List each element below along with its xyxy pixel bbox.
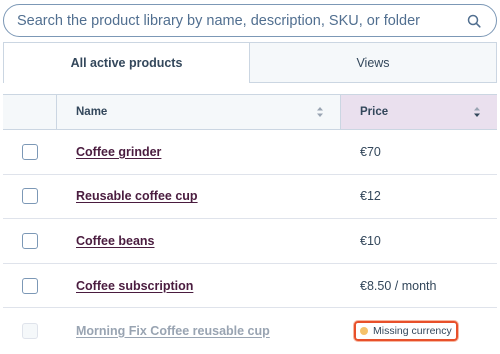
tab-all-active-products[interactable]: All active products (3, 42, 250, 83)
sort-icon[interactable] (316, 106, 324, 118)
missing-currency-badge[interactable]: Missing currency (360, 324, 452, 337)
row-checkbox[interactable] (21, 143, 38, 160)
product-link[interactable]: Coffee grinder (76, 145, 161, 159)
table-header: Name Price (3, 94, 497, 130)
table-row: Coffee grinder €70 (3, 130, 497, 175)
row-checkbox[interactable] (21, 232, 38, 249)
column-header-name[interactable]: Name (57, 95, 341, 129)
column-label-name: Name (76, 106, 108, 118)
product-price-cell: Missing currency (341, 320, 497, 341)
product-price: €8.50 / month (360, 278, 437, 293)
tab-bar: All active products Views (3, 42, 497, 83)
row-checkbox-cell (3, 188, 57, 205)
product-name-cell: Reusable coffee cup (57, 189, 341, 203)
tab-views[interactable]: Views (250, 42, 497, 83)
column-label-price: Price (360, 106, 389, 118)
search-bar[interactable]: Search the product library by name, desc… (3, 4, 497, 37)
product-link[interactable]: Morning Fix Coffee reusable cup (76, 324, 270, 338)
product-price: €70 (360, 144, 381, 159)
table-row: Coffee beans €10 (3, 219, 497, 264)
search-icon[interactable] (466, 13, 482, 29)
product-price: €12 (360, 189, 381, 204)
row-checkbox-cell (3, 143, 57, 160)
products-table: Name Price Coffee grinder €70 Reusable c… (3, 94, 497, 353)
product-link[interactable]: Coffee subscription (76, 279, 193, 293)
table-row: Reusable coffee cup €12 (3, 175, 497, 220)
product-name-cell: Morning Fix Coffee reusable cup (57, 324, 341, 338)
table-row: Morning Fix Coffee reusable cup Missing … (3, 308, 497, 353)
header-checkbox-cell (3, 95, 57, 129)
table-row: Coffee subscription €8.50 / month (3, 264, 497, 309)
product-name-cell: Coffee subscription (57, 279, 341, 293)
row-checkbox[interactable] (21, 188, 38, 205)
column-header-price[interactable]: Price (341, 95, 497, 129)
row-checkbox-cell (3, 232, 57, 249)
row-checkbox[interactable] (21, 277, 38, 294)
search-input[interactable]: Search the product library by name, desc… (17, 13, 466, 29)
row-checkbox-cell (3, 277, 57, 294)
product-name-cell: Coffee beans (57, 234, 341, 248)
product-name-cell: Coffee grinder (57, 145, 341, 159)
missing-currency-label: Missing currency (373, 324, 452, 337)
warning-dot-icon (360, 326, 368, 335)
product-link[interactable]: Coffee beans (76, 234, 155, 248)
product-price: €10 (360, 233, 381, 248)
row-checkbox-disabled (21, 322, 38, 339)
sort-descending-icon[interactable] (473, 106, 481, 118)
row-checkbox-cell (3, 322, 57, 339)
product-link[interactable]: Reusable coffee cup (76, 189, 198, 203)
missing-currency-highlight: Missing currency (354, 320, 458, 341)
